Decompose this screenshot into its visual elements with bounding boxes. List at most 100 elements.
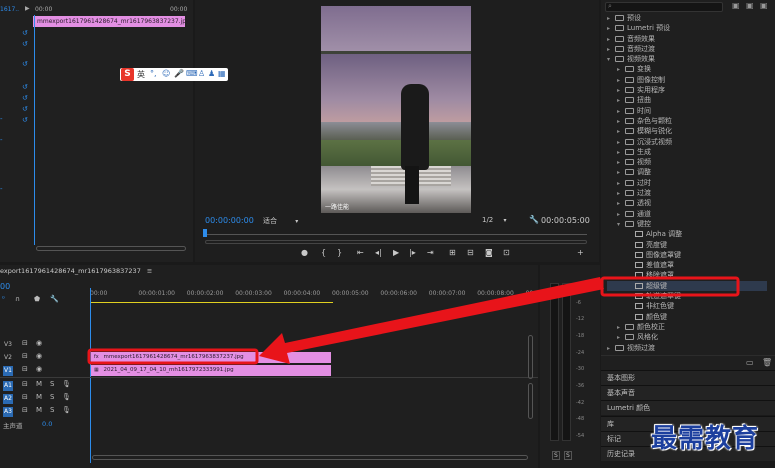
- ime-punct-icon[interactable]: °,: [150, 69, 157, 78]
- eye-icon[interactable]: ◉: [36, 365, 42, 373]
- effects-folder[interactable]: ▸ 颜色校正: [607, 322, 767, 332]
- mic-icon[interactable]: 🎙: [62, 393, 71, 401]
- effects-folder[interactable]: ▸ 实用程序: [607, 85, 767, 95]
- ime-toolbar[interactable]: S 英 °, ☺ 🎤 ⌨ ♙ ♟ ▦: [120, 68, 228, 81]
- linked-selection-icon[interactable]: ∩: [15, 295, 20, 303]
- chevron-down-icon[interactable]: ▾: [607, 55, 615, 65]
- wrench-icon[interactable]: 🔧: [50, 295, 59, 303]
- eye-icon[interactable]: ◉: [36, 339, 42, 347]
- camera-icon[interactable]: ◙: [485, 248, 493, 257]
- effects-item[interactable]: 移除遮罩: [607, 270, 767, 280]
- timeline-tab[interactable]: export1617961428674_mr1617963837237 ≡: [0, 267, 152, 277]
- effects-item[interactable]: 超级键: [607, 280, 767, 292]
- menu-icon[interactable]: ≡: [147, 267, 152, 275]
- ime-lang[interactable]: 英: [137, 69, 145, 80]
- effects-item[interactable]: 亮度键: [607, 240, 767, 250]
- step-forward-icon[interactable]: |▸: [409, 248, 416, 257]
- effects-item[interactable]: Alpha 调整: [607, 229, 767, 239]
- effects-item[interactable]: 差值遮罩: [607, 260, 767, 270]
- panel-section-header[interactable]: 基本图形: [601, 370, 775, 385]
- video-frame[interactable]: 一路佳能: [321, 6, 471, 213]
- step-back-icon[interactable]: ◂|: [375, 248, 382, 257]
- yuv-effects-icon[interactable]: ▣: [760, 1, 768, 10]
- go-to-out-icon[interactable]: ⇥: [427, 248, 434, 257]
- resolution-dropdown[interactable]: 1/2 ▾: [482, 216, 507, 224]
- ime-shirt-icon[interactable]: ♟: [208, 69, 215, 78]
- sync-lock-icon[interactable]: ⊟: [22, 393, 28, 401]
- chevron-down-icon[interactable]: ▾: [617, 220, 625, 230]
- reset-icon[interactable]: ↺: [22, 29, 28, 37]
- clip-v2[interactable]: fx mmexport1617961428674_mr1617963837237…: [91, 352, 331, 363]
- reset-icon[interactable]: ↺: [22, 40, 28, 48]
- solo-icon[interactable]: S: [50, 380, 54, 388]
- program-timecode[interactable]: 00:00:00:00: [205, 216, 254, 225]
- solo-icon[interactable]: S: [50, 406, 54, 414]
- effects-folder[interactable]: ▸ 过时: [607, 178, 767, 188]
- snap-icon[interactable]: ᶷ: [2, 295, 5, 303]
- new-bin-icon[interactable]: ▭: [746, 358, 754, 367]
- lift-icon[interactable]: ⊞: [449, 248, 456, 257]
- timeline-hscroll[interactable]: [92, 455, 528, 460]
- reset-icon[interactable]: ↺: [22, 60, 28, 68]
- effects-folder[interactable]: ▸ 透视: [607, 198, 767, 208]
- clip-v1[interactable]: ▦ 2021_04_09_17_04_10_mh1617972333991.jp…: [91, 365, 331, 376]
- mute-icon[interactable]: M: [36, 406, 42, 414]
- reset-icon[interactable]: ↺: [22, 105, 28, 113]
- timeline-timecode[interactable]: 00: [0, 282, 10, 291]
- mic-icon[interactable]: 🎙: [62, 406, 71, 414]
- effects-item[interactable]: 图像遮罩键: [607, 250, 767, 260]
- source-clip-bar[interactable]: mmexport1617961428674_mr1617963837237.jp…: [33, 16, 190, 27]
- solo-left-button[interactable]: S: [552, 451, 560, 460]
- effects-folder[interactable]: ▸ 过渡: [607, 188, 767, 198]
- play-icon[interactable]: ▶: [393, 248, 399, 257]
- sync-lock-icon[interactable]: ⊟: [22, 380, 28, 388]
- timeline-vscroll[interactable]: [528, 335, 533, 379]
- ime-smile-icon[interactable]: ☺: [162, 69, 170, 78]
- wrench-icon[interactable]: 🔧: [529, 215, 539, 224]
- effects-folder[interactable]: ▸ 杂色与颗粒: [607, 116, 767, 126]
- program-zoom-scrollbar[interactable]: [205, 240, 587, 244]
- sync-lock-icon[interactable]: ⊟: [22, 339, 28, 347]
- source-timecode[interactable]: 1617..: [0, 6, 19, 13]
- track-target-toggle[interactable]: V2: [3, 353, 13, 363]
- solo-icon[interactable]: S: [50, 393, 54, 401]
- effects-folder[interactable]: ▸ 沉浸式视频: [607, 137, 767, 147]
- effects-item[interactable]: 颜色键: [607, 312, 767, 322]
- panel-section-header[interactable]: 基本声音: [601, 385, 775, 400]
- effects-folder[interactable]: ▸ 通道: [607, 209, 767, 219]
- effects-search-input[interactable]: ⌕: [605, 2, 723, 12]
- program-playhead[interactable]: [203, 229, 207, 237]
- effects-item[interactable]: 非红色键: [607, 301, 767, 311]
- mic-icon[interactable]: 🎙: [62, 380, 71, 388]
- sync-lock-icon[interactable]: ⊟: [22, 352, 28, 360]
- chevron-right-icon[interactable]: ▸: [607, 344, 615, 354]
- effects-folder[interactable]: ▸ 视频: [607, 157, 767, 167]
- effects-item[interactable]: 轨道遮罩键: [607, 291, 767, 301]
- marker-add-icon[interactable]: ⬟: [34, 295, 40, 303]
- effects-folder[interactable]: ▸ 音频过渡: [607, 44, 767, 54]
- track-target-toggle[interactable]: V3: [3, 340, 13, 350]
- solo-right-button[interactable]: S: [564, 451, 572, 460]
- program-scrub-bar[interactable]: [203, 229, 587, 237]
- delete-icon[interactable]: 🗑: [762, 358, 772, 367]
- add-button-icon[interactable]: +: [577, 248, 584, 257]
- effects-folder[interactable]: ▸ 视频过渡: [607, 343, 767, 353]
- effects-folder[interactable]: ▸ 变换: [607, 64, 767, 74]
- accelerated-effects-icon[interactable]: ▣: [732, 1, 740, 10]
- go-to-in-icon[interactable]: ⇤: [357, 248, 364, 257]
- master-value[interactable]: 0.0: [42, 420, 52, 428]
- track-target-toggle[interactable]: V1: [3, 366, 13, 376]
- mute-icon[interactable]: M: [36, 380, 42, 388]
- effects-folder[interactable]: ▾ 键控: [607, 219, 767, 229]
- sync-lock-icon[interactable]: ⊟: [22, 406, 28, 414]
- effects-folder[interactable]: ▸ Lumetri 预设: [607, 23, 767, 33]
- in-point-icon[interactable]: {: [321, 248, 326, 257]
- track-target-toggle[interactable]: A2: [3, 394, 13, 404]
- track-target-toggle[interactable]: A1: [3, 381, 13, 391]
- mute-icon[interactable]: M: [36, 393, 42, 401]
- effects-folder[interactable]: ▸ 预设: [607, 13, 767, 23]
- extract-icon[interactable]: ⊟: [467, 248, 474, 257]
- play-only-icon[interactable]: ▶: [25, 5, 30, 12]
- panel-section-header[interactable]: Lumetri 颜色: [601, 400, 775, 415]
- effects-folder[interactable]: ▸ 生成: [607, 147, 767, 157]
